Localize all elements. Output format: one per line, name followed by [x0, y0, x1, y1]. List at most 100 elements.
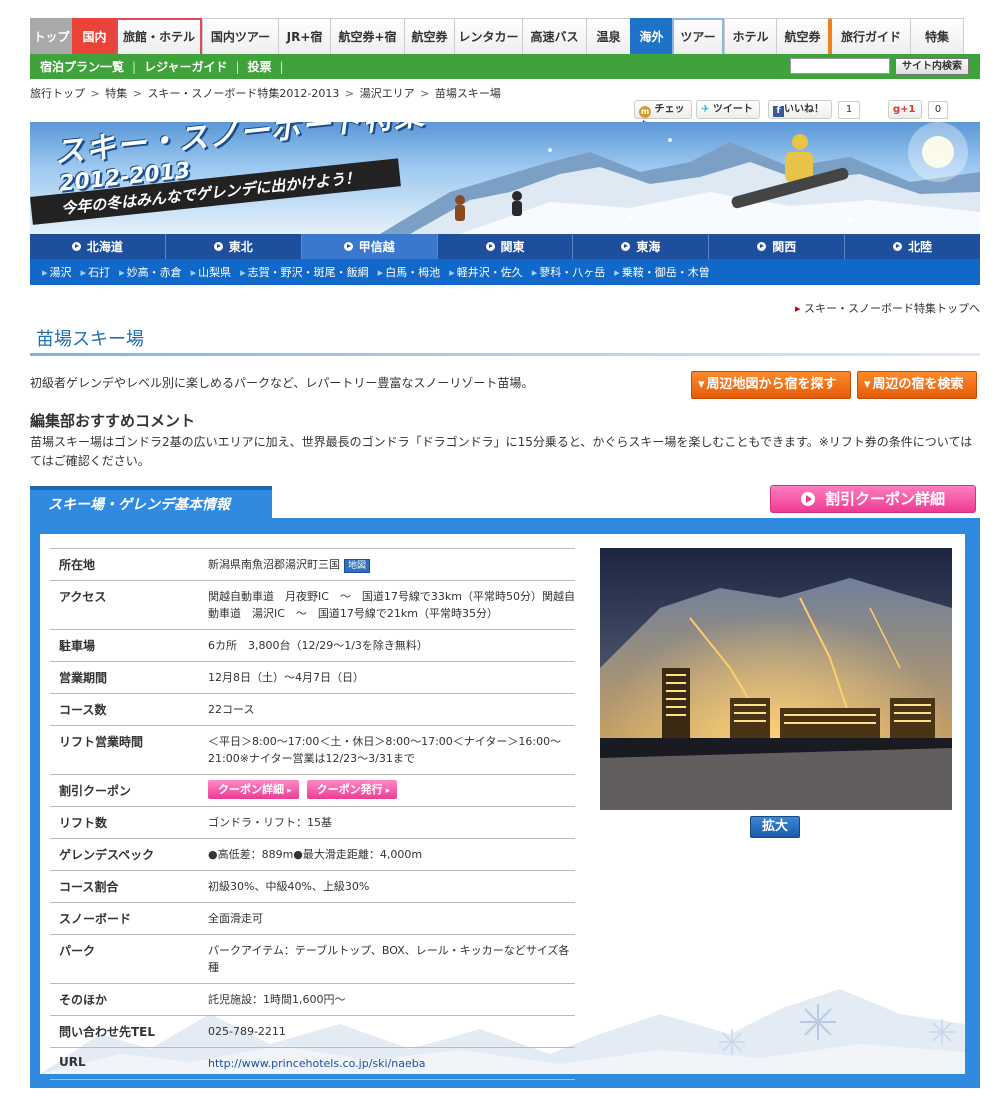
area-link-hakuba-tsugaike[interactable]: 白馬・栂池	[378, 264, 440, 280]
nav-tab-domestic[interactable]: 国内	[72, 18, 116, 54]
nav-tab-onsen[interactable]: 温泉	[586, 18, 630, 54]
subnav-separator: |	[132, 59, 137, 74]
row-label: リフト営業時間	[59, 735, 144, 749]
region-tab-kanto[interactable]: 関東	[438, 234, 574, 259]
row-value: 22コース	[208, 703, 255, 716]
nav-tab-label: トップ	[33, 30, 70, 44]
comment-heading: 編集部おすすめコメント	[30, 412, 196, 430]
breadcrumb-travel-top[interactable]: 旅行トップ	[30, 87, 85, 100]
area-link-norikura-ontake[interactable]: 乗鞍・御岳・木曽	[614, 264, 710, 280]
map-search-label: 周辺地図から宿を探す	[706, 377, 837, 392]
nearby-search-label: 周辺の宿を検索	[872, 377, 964, 392]
nav-tab-label: 高速バス	[530, 30, 579, 44]
nav-tab-label: 国内ツアー	[210, 30, 271, 44]
twitter-bird-icon: ✈	[701, 104, 710, 115]
row-label: アクセス	[59, 590, 107, 604]
table-row: コース割合 初級30%、中級40%、上級30%	[50, 870, 575, 903]
feature-top-link[interactable]: スキー・スノーボード特集トップへ	[795, 300, 980, 316]
plus-label: +1	[900, 104, 916, 115]
nav-tab-air-ticket[interactable]: 航空券	[404, 18, 454, 54]
nav-tab-label: ホテル	[732, 30, 769, 44]
coupon-detail-big-button[interactable]: 割引クーポン詳細	[770, 485, 976, 513]
nav-tab-label: JR+宿	[286, 30, 323, 44]
area-link-yamanashi[interactable]: 山梨県	[191, 264, 231, 280]
table-row: URL http://www.princehotels.co.jp/ski/nae…	[50, 1047, 575, 1080]
region-tab-hokkaido[interactable]: 北海道	[30, 234, 166, 259]
region-tab-koshinetsu[interactable]: 甲信越	[301, 234, 438, 259]
google-plus-button[interactable]: g+1	[888, 100, 922, 119]
nav-tab-ryokan-hotel[interactable]: 旅館・ホテル	[116, 18, 202, 54]
like-count: 1	[838, 101, 860, 119]
tweet-button[interactable]: ✈ ツイート	[696, 100, 760, 119]
area-link-tateshina-yatsugatake[interactable]: 蓼科・八ヶ岳	[532, 264, 605, 280]
row-label: コース割合	[59, 880, 119, 894]
nav-tab-domestic-tour[interactable]: 国内ツアー	[202, 18, 278, 54]
subnav-link-vote[interactable]: 投票	[248, 58, 280, 75]
area-link-myoko-akakura[interactable]: 妙高・赤倉	[119, 264, 182, 280]
subnav-separator: |	[279, 59, 284, 74]
breadcrumb-yuzawa-area[interactable]: 湯沢エリア	[360, 87, 415, 100]
table-row: リフト営業時間 ＜平日＞8:00～17:00＜土・休日＞8:00～17:00＜ナイ…	[50, 725, 575, 775]
comment-body-line2: てはご確認ください。	[30, 454, 150, 468]
table-row: 問い合わせ先TEL 025-789-2211	[50, 1015, 575, 1048]
nav-tab-overseas-air[interactable]: 航空券	[776, 18, 828, 54]
breadcrumb-ski-feature[interactable]: スキー・スノーボード特集2012-2013	[147, 87, 339, 100]
coupon-issue-button[interactable]: クーポン発行	[306, 780, 398, 799]
enlarge-photo-button[interactable]: 拡大	[750, 816, 800, 838]
nav-tab-label: 海外	[639, 30, 664, 44]
site-search-input[interactable]	[790, 58, 890, 74]
area-link-karuizawa-saku[interactable]: 軽井沢・佐久	[449, 264, 523, 280]
breadcrumb-feature[interactable]: 特集	[105, 87, 127, 100]
nav-tab-air-stay[interactable]: 航空券+宿	[330, 18, 404, 54]
nav-tab-feature[interactable]: 特集	[910, 18, 964, 54]
row-value: 関越自動車道 月夜野IC ～ 国道17号線で33km（平常時50分）関越自動車道…	[208, 590, 575, 620]
facebook-like-button[interactable]: f いいね！	[768, 100, 832, 119]
tweet-label: ツイート	[712, 104, 753, 115]
area-link-yuzawa[interactable]: 湯沢	[42, 264, 72, 280]
nav-tab-rental-car[interactable]: レンタカー	[454, 18, 522, 54]
play-circle-icon	[343, 242, 353, 251]
row-label: コース数	[59, 703, 107, 717]
row-value: 全面滑走可	[208, 912, 263, 925]
nav-tab-highway-bus[interactable]: 高速バス	[522, 18, 586, 54]
site-search-button[interactable]: サイト内検索	[895, 58, 969, 75]
row-value: 025-789-2211	[208, 1025, 286, 1038]
area-link-shiga-nozawa[interactable]: 志賀・野沢・斑尾・飯綱	[240, 264, 369, 280]
region-tab-label: 東海	[636, 240, 661, 254]
nav-tab-travel-guide[interactable]: 旅行ガイド	[828, 18, 910, 54]
nav-tab-overseas-tour[interactable]: ツアー	[672, 18, 724, 54]
region-tab-tokai[interactable]: 東海	[573, 234, 710, 259]
subnav-link-leisure[interactable]: レジャーガイド	[144, 58, 235, 75]
nav-tab-jr-stay[interactable]: JR+宿	[278, 18, 330, 54]
row-value: 託児施設：1時間1,600円～	[208, 993, 346, 1006]
nav-tab-label: 航空券	[411, 30, 448, 44]
nearby-search-button[interactable]: 周辺の宿を検索	[857, 371, 977, 399]
map-link-button[interactable]: 地図	[344, 559, 371, 573]
map-search-button[interactable]: 周辺地図から宿を探す	[691, 371, 851, 399]
region-tab-hokuriku[interactable]: 北陸	[845, 234, 980, 259]
table-row: 駐車場 6カ所 3,800台（12/29～1/3を除き無料）	[50, 629, 575, 662]
nav-tab-overseas-hotel[interactable]: ホテル	[724, 18, 776, 54]
row-label: URL	[59, 1055, 86, 1069]
subnav-link-plans[interactable]: 宿泊プラン一覧	[40, 58, 132, 75]
table-row: 営業期間 12月8日（土）～4月7日（日）	[50, 661, 575, 694]
row-label: ゲレンデスペック	[59, 848, 155, 862]
table-row: アクセス 関越自動車道 月夜野IC ～ 国道17号線で33km（平常時50分）関越…	[50, 580, 575, 630]
row-value: http://www.princehotels.co.jp/ski/naeba	[208, 1048, 575, 1080]
nav-tab-label: 航空券+宿	[338, 30, 397, 44]
resort-night-photo[interactable]	[600, 548, 952, 810]
coupon-detail-button[interactable]: クーポン詳細	[208, 780, 299, 799]
nav-tab-label: ツアー	[680, 30, 716, 44]
breadcrumb-separator: >	[420, 87, 430, 100]
mixi-check-button[interactable]: m チェック	[634, 100, 692, 132]
info-tab-heading: スキー場・ゲレンデ基本情報	[30, 486, 272, 518]
area-link-ishiuchi[interactable]: 石打	[81, 264, 110, 280]
nav-tab-top[interactable]: トップ	[30, 18, 72, 54]
nav-tab-overseas[interactable]: 海外	[630, 18, 672, 54]
breadcrumb-current: 苗場スキー場	[434, 87, 501, 100]
like-label: いいね！	[784, 104, 824, 115]
row-label: 問い合わせ先TEL	[59, 1025, 156, 1039]
region-tab-kansai[interactable]: 関西	[709, 234, 846, 259]
region-tab-tohoku[interactable]: 東北	[166, 234, 302, 259]
resort-url-link[interactable]: http://www.princehotels.co.jp/ski/naeba	[208, 1057, 425, 1070]
